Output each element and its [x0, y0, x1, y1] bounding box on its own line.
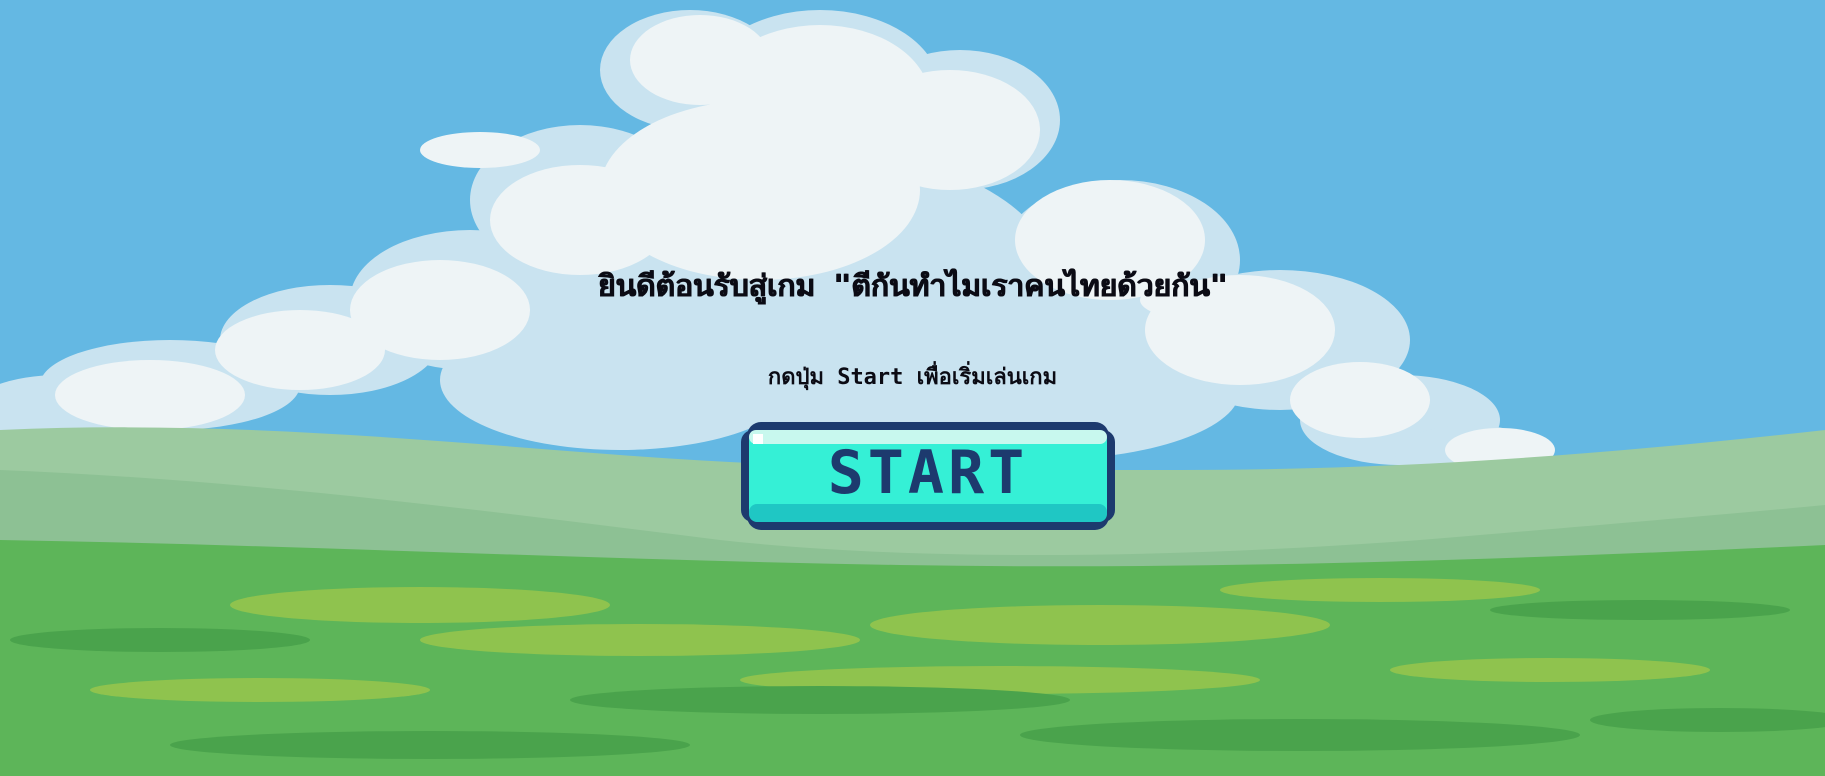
instruction-text: กดปุ่ม Start เพื่อเริ่มเล่นเกม	[767, 365, 1058, 390]
game-start-screen: ยินดีต้อนรับสู่เกม "ตีกันทำไมเราคนไทยด้ว…	[0, 0, 1825, 776]
start-button-label: START	[827, 438, 1029, 508]
start-button[interactable]: START	[741, 422, 1115, 530]
welcome-title: ยินดีต้อนรับสู่เกม "ตีกันทำไมเราคนไทยด้ว…	[597, 269, 1228, 304]
